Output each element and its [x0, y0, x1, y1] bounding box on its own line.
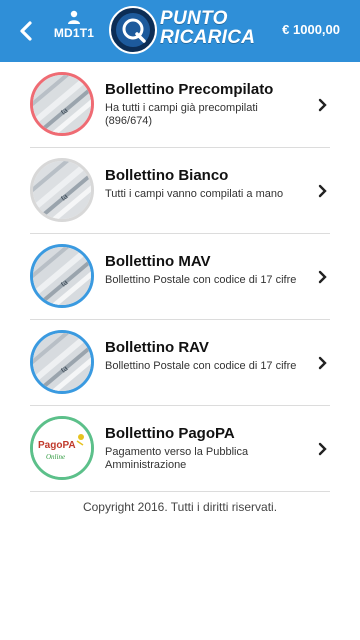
- logo-line1: PUNTO: [160, 8, 228, 29]
- punto-ricarica-logo: PUNTO RICARICA: [108, 5, 258, 55]
- item-description: Ha tutti i campi già precompilati (896/6…: [105, 102, 258, 127]
- bill-photo-icon: ta: [30, 244, 94, 308]
- list-item-precompilato[interactable]: ta Bollettino Precompilato Ha tutti i ca…: [30, 62, 330, 148]
- back-button[interactable]: [14, 16, 40, 46]
- item-description: Bollettino Postale con codice di 17 cifr…: [105, 360, 297, 372]
- bill-photo-icon: ta: [30, 330, 94, 394]
- pagopa-logo-icon: PagoPA Online: [30, 416, 94, 480]
- logo-q-icon: [109, 6, 157, 54]
- item-title: Bollettino MAV: [105, 253, 211, 270]
- app-header: MD1T1 PUNTO RICARICA € 1000,00: [0, 0, 360, 62]
- user-icon: [68, 10, 80, 24]
- item-title: Bollettino Precompilato: [105, 81, 274, 98]
- bill-photo-icon: ta: [30, 158, 94, 222]
- balance: € 1000,00: [282, 22, 340, 37]
- item-description: Bollettino Postale con codice di 17 cifr…: [105, 274, 297, 286]
- chevron-right-icon: [318, 270, 327, 284]
- chevron-right-icon: [318, 184, 327, 198]
- chevron-right-icon: [318, 356, 327, 370]
- footer-copyright: Copyright 2016. Tutti i diritti riservat…: [82, 500, 278, 514]
- logo-line2: RICARICA: [160, 27, 256, 48]
- list-item-rav[interactable]: ta Bollettino RAV Bollettino Postale con…: [30, 320, 330, 406]
- pagopa-logo-text: PagoPA: [38, 440, 76, 451]
- item-description: Tutti i campi vanno compilati a mano: [105, 188, 284, 200]
- list-item-mav[interactable]: ta Bollettino MAV Bollettino Postale con…: [30, 234, 330, 320]
- user-code: MD1T1: [53, 26, 95, 40]
- chevron-right-icon: [318, 442, 327, 456]
- item-description: Pagamento verso la Pubblica Amministrazi…: [105, 446, 249, 471]
- item-title: Bollettino PagoPA: [105, 425, 235, 442]
- pagopa-logo-subtext: Online: [46, 453, 65, 461]
- list-item-bianco[interactable]: ta Bollettino Bianco Tutti i campi vanno…: [30, 148, 330, 234]
- bill-photo-icon: ta: [30, 72, 94, 136]
- list-item-pagopa[interactable]: PagoPA Online Bollettino PagoPA Pagament…: [30, 406, 330, 492]
- bill-type-list: ta Bollettino Precompilato Ha tutti i ca…: [30, 62, 330, 492]
- chevron-right-icon: [318, 98, 327, 112]
- item-title: Bollettino Bianco: [105, 167, 229, 184]
- item-title: Bollettino RAV: [105, 339, 209, 356]
- user-account[interactable]: MD1T1: [52, 8, 96, 52]
